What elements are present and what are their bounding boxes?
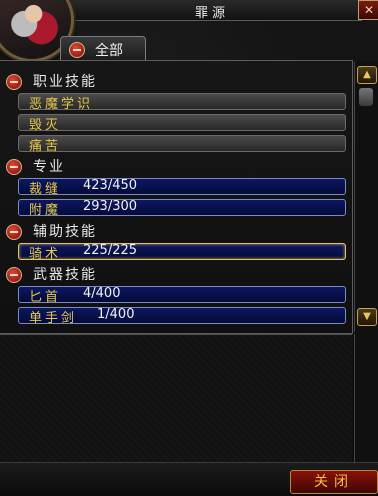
skill-name: 附魔 [29,203,62,218]
skill-rank: 423/450 [83,178,138,193]
scroll-thumb[interactable] [359,88,373,106]
skill-name: 恶魔学识 [29,97,94,112]
skill-row[interactable]: 恶魔学识 [18,93,346,112]
skill-list: 职业技能 恶魔学识 毁灭 痛苦 专业 裁缝 423/450 附魔 293/300… [0,60,353,334]
skill-rank: 4/400 [83,286,121,301]
skill-row[interactable]: 痛苦 [18,135,346,154]
close-button[interactable]: 关闭 [290,470,378,494]
skill-name: 匕首 [29,290,62,305]
category-secondary-skills[interactable]: 辅助技能 [33,221,97,241]
skill-row[interactable]: 裁缝 423/450 [18,178,346,197]
minus-circle-icon[interactable] [6,159,22,175]
skill-row[interactable]: 毁灭 [18,114,346,133]
skill-rank: 293/300 [83,199,138,214]
skill-row[interactable]: 附魔 293/300 [18,199,346,218]
scroll-down-icon[interactable]: ▼ [357,308,377,326]
close-icon[interactable]: ✕ [358,0,378,20]
tab-label: 全部 [95,43,123,59]
minus-circle-icon[interactable] [69,42,85,58]
skills-window: 罪源 ✕ 全部 职业技能 恶魔学识 毁灭 痛苦 专业 裁缝 423/450 附魔… [0,0,378,496]
category-weapon-skills[interactable]: 武器技能 [33,264,97,284]
skill-row[interactable]: 匕首 4/400 [18,286,346,305]
minus-circle-icon[interactable] [6,74,22,90]
skill-rank: 1/400 [97,307,135,322]
skill-rank: 225/225 [83,243,138,258]
skill-name: 单手剑 [29,311,78,326]
tab-all[interactable]: 全部 [60,36,146,61]
category-class-skills[interactable]: 职业技能 [33,71,97,91]
skill-name: 裁缝 [29,182,62,197]
detail-scrollbar[interactable] [354,334,378,462]
skill-row[interactable]: 骑术 225/225 [18,243,346,262]
skill-name: 毁灭 [29,118,62,133]
window-title: 罪源 [194,6,229,21]
minus-circle-icon[interactable] [6,224,22,240]
category-professions[interactable]: 专业 [33,156,65,176]
skill-list-scrollbar[interactable]: ▲ ▼ [354,62,378,332]
skill-row[interactable]: 单手剑 1/400 [18,307,346,326]
skill-name: 痛苦 [29,139,62,154]
skill-name: 骑术 [29,247,62,262]
skill-detail-panel [0,334,352,463]
title-bar: 罪源 [62,0,362,21]
minus-circle-icon[interactable] [6,267,22,283]
scroll-up-icon[interactable]: ▲ [357,66,377,84]
